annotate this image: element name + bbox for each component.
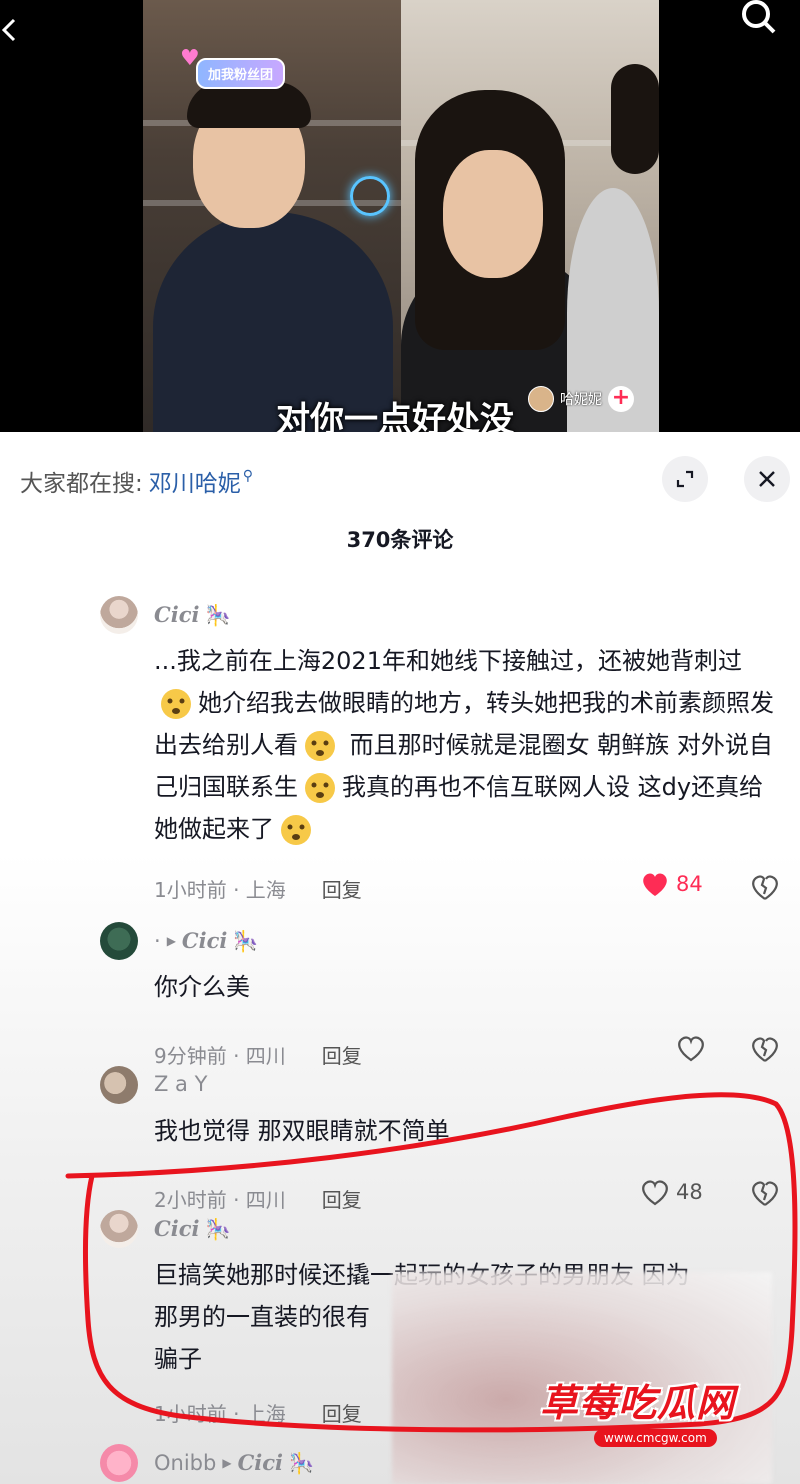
video-subtitle: 对你一点好处没 [276,400,514,432]
close-icon [759,471,775,487]
close-button[interactable] [744,456,790,502]
horse-icon: 🎠 [289,1450,314,1475]
heart-icon [642,1180,668,1206]
fan-club-badge[interactable]: 加我粉丝团 [196,58,286,89]
avatar[interactable] [100,596,138,634]
reply-button[interactable]: 回复 [322,1398,362,1427]
horse-icon: 🎠 [205,602,231,627]
trending-search[interactable]: 大家都在搜: 邓川哈妮 ⚲ [20,464,253,498]
comment-time-location: 2小时前 · 四川 [154,1188,286,1212]
comment-meta: 2小时前 · 四川 回复 [154,1184,362,1213]
search-icon: ⚲ [242,468,254,484]
comment-time-location: 1小时前 · 上海 [154,878,286,902]
emoji-icon [161,689,191,719]
heart-icon [643,873,667,896]
comment-username[interactable]: · ▶ Cici 🎠 [154,928,258,953]
comment-time-location: 1小时前 · 上海 [154,1402,286,1426]
heart-icon[interactable] [676,1034,706,1062]
live-video[interactable]: ♥ 加我粉丝团 对你一点好处没 哈妮妮 + [0,0,800,432]
reply-button[interactable]: 回复 [322,874,362,903]
expand-button[interactable] [662,456,708,502]
comment-username[interactable]: Cici 🎠 [154,1216,230,1241]
avatar[interactable] [100,1066,138,1104]
avatar[interactable] [528,386,554,412]
trending-keyword[interactable]: 邓川哈妮 [149,464,241,498]
watermark-title: 草莓吃瓜网 [540,1381,736,1425]
horse-icon: 🎠 [205,1216,231,1241]
broken-heart-icon[interactable] [750,1178,780,1208]
comment-text: ...我之前在上海2021年和她线下接触过，还被她背刺过她介绍我去做眼睛的地方，… [154,640,784,850]
trending-label: 大家都在搜: [20,471,143,497]
broken-heart-icon[interactable] [750,1034,780,1064]
comment-text: 我也觉得 那双眼睛就不简单 [154,1117,450,1145]
reply-button[interactable]: 回复 [322,1040,362,1069]
reply-arrow-icon: ▶ [166,933,176,948]
neon-sign [350,176,390,216]
comment-meta: 1小时前 · 上海 回复 [154,1398,362,1427]
comment-time-location: 9分钟前 · 四川 [154,1044,286,1068]
emoji-icon [305,731,335,761]
streamer-name[interactable]: 哈妮妮 [560,389,602,409]
comment-username[interactable]: Cici 🎠 [154,602,230,627]
watermark-url: www.cmcgw.com [594,1429,717,1447]
back-icon[interactable] [0,10,20,50]
streamer-tag[interactable]: 哈妮妮 + [528,386,634,412]
broken-heart-icon[interactable] [750,872,780,902]
like-button[interactable]: 48 [640,1178,703,1206]
avatar[interactable] [100,1210,138,1248]
reply-arrow-icon: ▶ [222,1455,232,1470]
comment-meta: 1小时前 · 上海 回复 [154,874,362,903]
comment-meta: 9分钟前 · 四川 回复 [154,1040,362,1069]
reply-button[interactable]: 回复 [322,1184,362,1213]
expand-icon [676,470,694,488]
like-count: 84 [676,872,703,896]
emoji-icon [305,773,335,803]
avatar[interactable] [100,922,138,960]
watermark: 草莓吃瓜网 www.cmcgw.com [540,1372,780,1447]
comment-text: 你介么美 [154,973,250,1001]
like-button[interactable]: 84 [640,870,703,898]
comment-username[interactable]: Onibb ▶ Cici 🎠 [154,1450,314,1475]
emoji-icon [281,815,311,845]
avatar[interactable] [100,1444,138,1482]
streamer-right-panel [401,0,659,432]
horse-icon: 🎠 [233,928,259,953]
like-count: 48 [676,1180,703,1204]
follow-button[interactable]: + [608,386,634,412]
search-icon[interactable] [736,0,780,40]
comment-username[interactable]: Z a Y [154,1072,207,1096]
comment-count: 370条评论 [346,528,454,552]
